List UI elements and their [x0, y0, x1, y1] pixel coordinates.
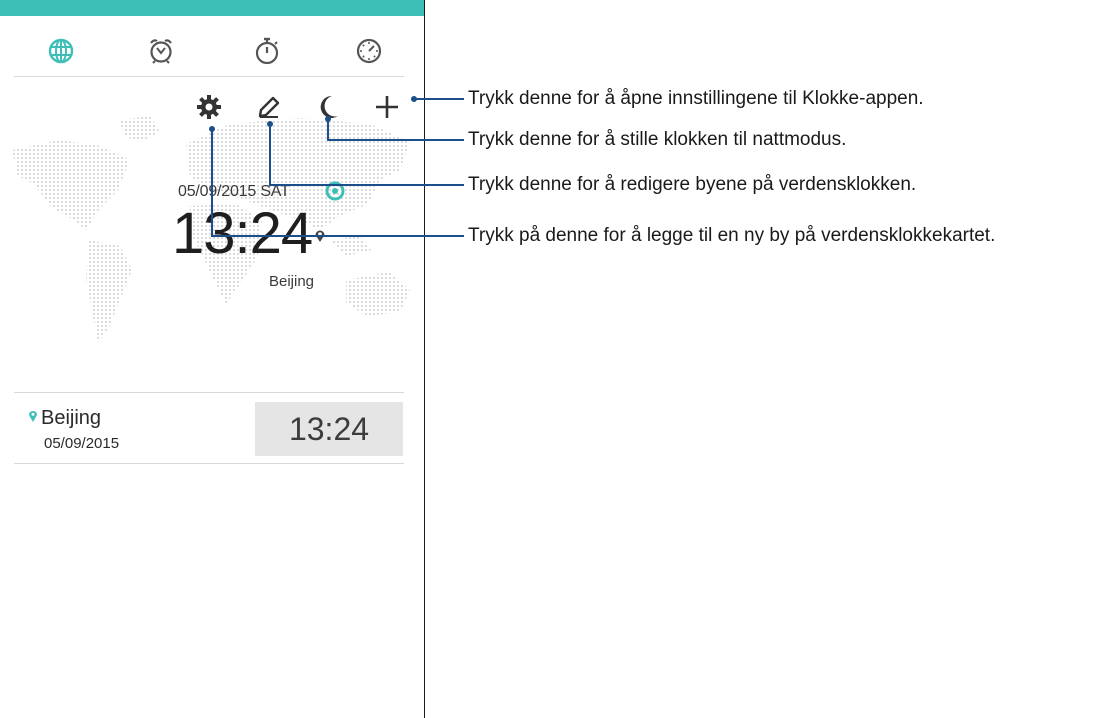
callout-edit: Trykk denne for å redigere byene på verd…: [468, 174, 917, 195]
callout-night: Trykk denne for å stille klokken til nat…: [468, 129, 847, 150]
callout-line-night: [327, 119, 464, 141]
callout-add: Trykk på denne for å legge til en ny by …: [468, 225, 996, 246]
callout-dot-edit: [267, 121, 273, 127]
callout-settings: Trykk denne for å åpne innstillingene ti…: [468, 88, 924, 109]
callout-dot-night: [325, 116, 331, 122]
callout-line-settings: [211, 129, 464, 237]
callout-dot-settings: [209, 126, 215, 132]
callout-dot-add: [411, 96, 417, 102]
callout-line-edit: [269, 124, 464, 186]
